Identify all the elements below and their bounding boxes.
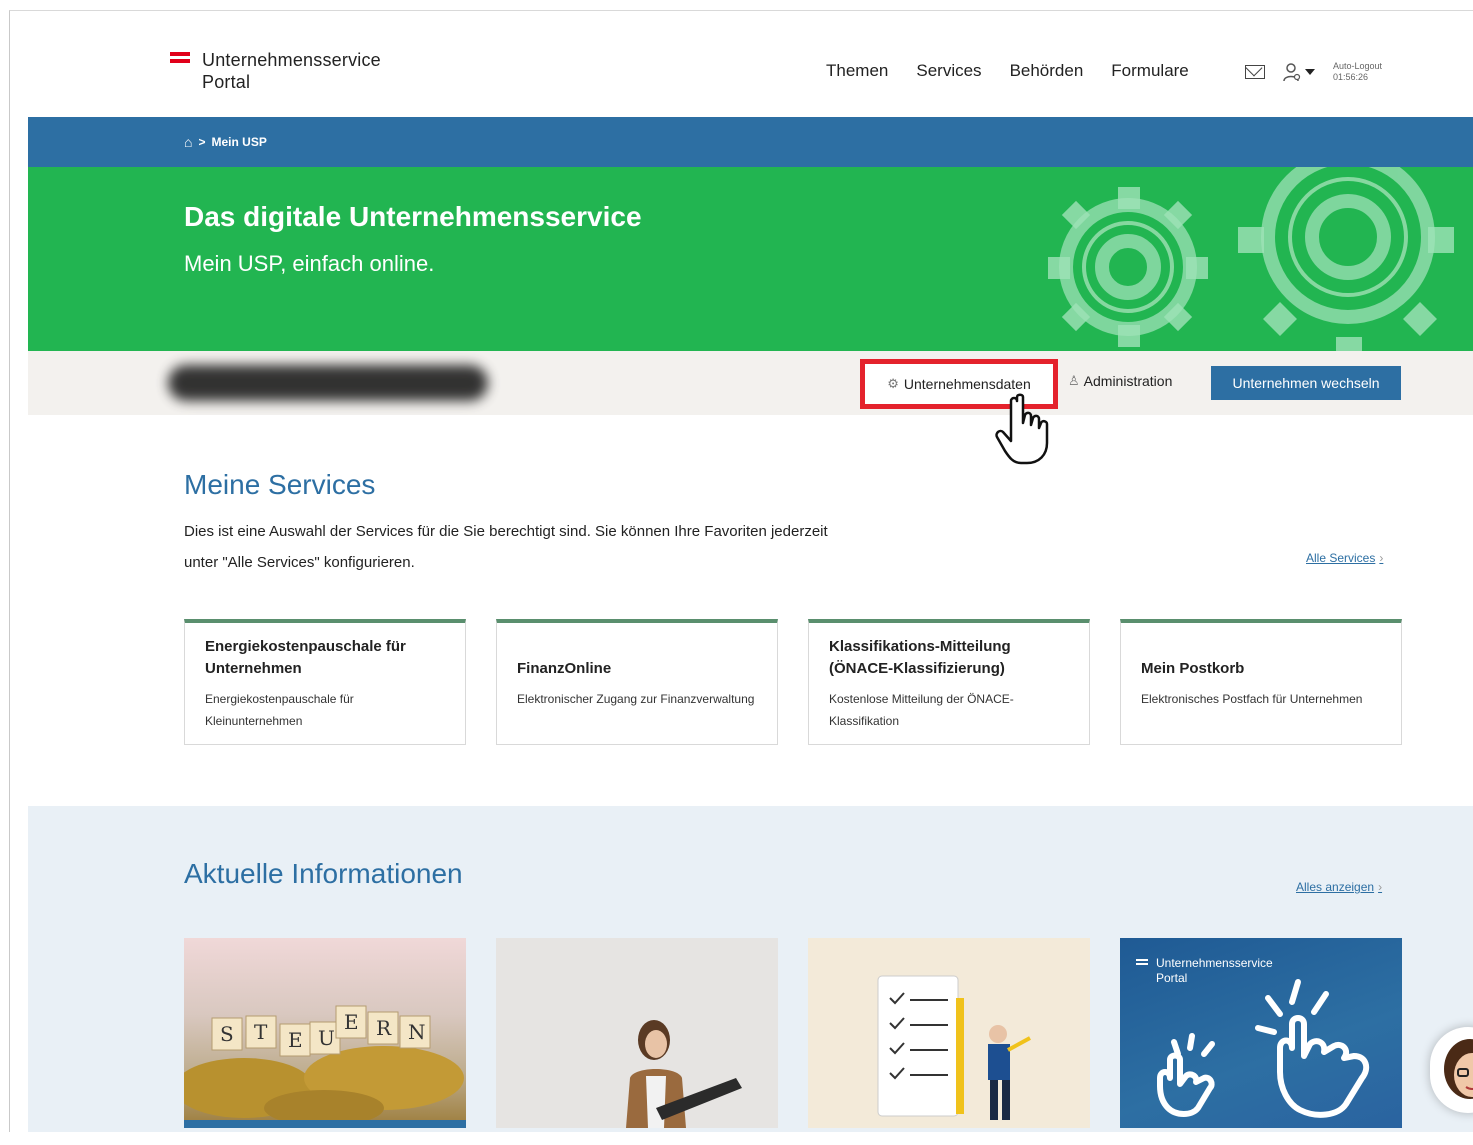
breadcrumb: ⌂ > Mein USP [184, 134, 267, 150]
company-bar: ⚙ Unternehmensdaten ♙ Administration Unt… [28, 351, 1473, 415]
mail-icon[interactable] [1245, 65, 1265, 79]
card-description: Kostenlose Mitteilung der ÖNACE-Klassifi… [829, 691, 1014, 728]
auto-logout-label: Auto-Logout [1333, 61, 1383, 71]
logo-text: Unternehmensservice Portal [202, 49, 381, 93]
service-card-klassifikation[interactable]: Klassifikations-Mitteilung (ÖNACE-Klassi… [808, 619, 1090, 745]
logo-line2: Portal [202, 72, 251, 92]
hero-title: Das digitale Unternehmensservice [184, 201, 642, 232]
usp-logo[interactable]: Unternehmensservice Portal [170, 49, 381, 93]
logo-line1: Unternehmensservice [202, 50, 381, 70]
steuern-coins-image: S T E U E R N [184, 1005, 464, 1126]
browser-page: Unternehmensservice Portal Themen Servic… [9, 10, 1473, 1132]
news-section: Aktuelle Informationen Alles anzeigen › … [28, 806, 1473, 1132]
news-image-woman-laptop[interactable] [496, 938, 778, 1128]
svg-text:E: E [288, 1028, 303, 1052]
services-heading: Meine Services [184, 469, 376, 500]
service-cards: Energiekostenpauschale für Unternehmen E… [184, 619, 1402, 745]
card-title: Klassifikations-Mitteilung (ÖNACE-Klassi… [829, 637, 1011, 677]
company-name-redacted [168, 365, 488, 401]
user-icon [1283, 63, 1301, 82]
nav-formulare[interactable]: Formulare [1111, 61, 1188, 81]
svg-text:S: S [220, 1022, 234, 1046]
austria-flag-icon [170, 52, 190, 66]
svg-text:R: R [376, 1016, 392, 1040]
hand-cursor-icon [995, 393, 1049, 465]
site-header: Unternehmensservice Portal Themen Servic… [10, 11, 1473, 117]
home-icon[interactable]: ⌂ [184, 134, 192, 150]
svg-text:U: U [318, 1026, 335, 1050]
news-images: S T E U E R N Unternehmensservice Portal [184, 938, 1402, 1128]
image-bottom-bar [184, 1120, 466, 1128]
nav-themen[interactable]: Themen [826, 61, 888, 81]
click-hands-illustration [1157, 979, 1370, 1118]
card-title: FinanzOnline [517, 659, 612, 677]
card-description: Elektronischer Zugang zur Finanzverwaltu… [517, 691, 755, 706]
svg-text:E: E [344, 1010, 359, 1034]
chevron-right-icon: › [1378, 880, 1383, 894]
breadcrumb-bar: ⌂ > Mein USP [28, 117, 1473, 167]
gear-icon: ⚙ [887, 376, 899, 391]
alles-anzeigen-label: Alles anzeigen [1296, 880, 1375, 894]
main-nav: Themen Services Behörden Formulare [826, 61, 1189, 81]
nav-services[interactable]: Services [916, 61, 981, 81]
card-description: Elektronisches Postfach für Unternehmen [1141, 691, 1363, 706]
header-actions: Auto-Logout 01:56:26 [1245, 61, 1382, 83]
nav-behoerden[interactable]: Behörden [1010, 61, 1084, 81]
alles-anzeigen-link[interactable]: Alles anzeigen › [1296, 880, 1382, 894]
news-image-usp-click[interactable]: Unternehmensservice Portal [1120, 938, 1402, 1128]
unternehmensdaten-label: Unternehmensdaten [903, 376, 1031, 392]
card-description: Energiekostenpauschale für Kleinunterneh… [205, 691, 354, 728]
breadcrumb-current: Mein USP [211, 135, 267, 149]
administration-label: Administration [1083, 373, 1173, 389]
services-description: Dies ist eine Auswahl der Services für d… [184, 523, 828, 571]
service-card-energiekosten[interactable]: Energiekostenpauschale für Unternehmen E… [184, 619, 466, 745]
alle-services-link[interactable]: Alle Services › [1306, 551, 1383, 565]
svg-text:N: N [408, 1020, 426, 1044]
service-card-finanzonline[interactable]: FinanzOnline Elektronischer Zugang zur F… [496, 619, 778, 745]
gears-illustration [1048, 167, 1454, 351]
user-menu-button[interactable] [1283, 62, 1315, 82]
alle-services-label: Alle Services [1306, 551, 1376, 565]
chevron-down-icon [1305, 69, 1315, 75]
administration-button[interactable]: ♙ Administration [1068, 373, 1172, 389]
svg-text:T: T [254, 1020, 268, 1044]
chevron-right-icon: › [1379, 551, 1384, 565]
hero-banner: Das digitale Unternehmensservice Mein US… [28, 167, 1473, 351]
news-image-checklist[interactable] [808, 938, 1090, 1128]
news-heading: Aktuelle Informationen [184, 858, 463, 889]
auto-logout-time: 01:56:26 [1333, 72, 1369, 82]
breadcrumb-separator: > [198, 135, 206, 149]
hero-subtitle: Mein USP, einfach online. [184, 251, 435, 276]
card-title: Energiekostenpauschale für Unternehmen [205, 637, 406, 677]
service-card-postkorb[interactable]: Mein Postkorb Elektronisches Postfach fü… [1120, 619, 1402, 745]
news-image-steuern[interactable]: S T E U E R N [184, 938, 466, 1128]
switch-company-button[interactable]: Unternehmen wechseln [1211, 366, 1401, 400]
auto-logout-timer: Auto-Logout 01:56:26 [1333, 61, 1382, 83]
woman-laptop-image [626, 1020, 742, 1128]
card-title: Mein Postkorb [1141, 659, 1245, 677]
person-icon: ♙ [1068, 373, 1080, 388]
checklist-illustration [877, 975, 1031, 1120]
